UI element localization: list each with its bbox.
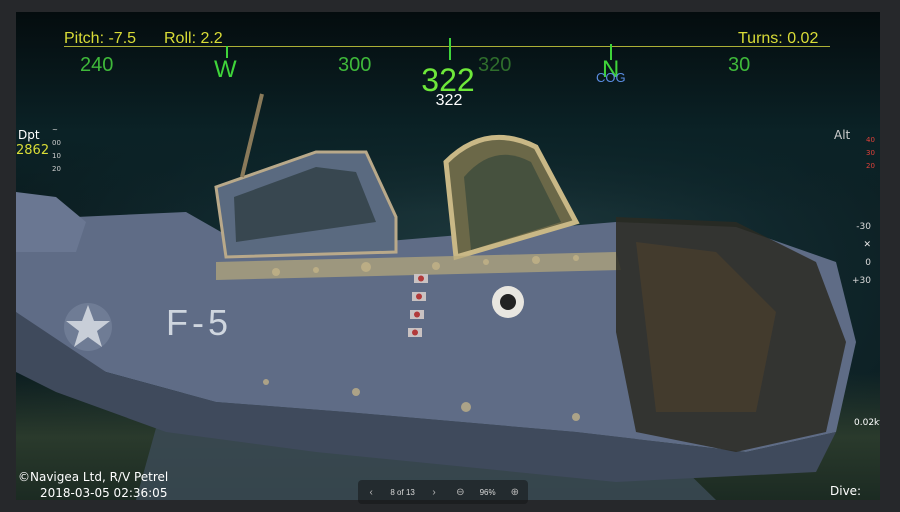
zoom-in-icon[interactable]: ⊕	[508, 487, 522, 498]
compass-label-300: 300	[338, 54, 372, 76]
compass-label-30: 30	[728, 54, 751, 76]
altitude-scale-tick: 40	[866, 136, 875, 144]
speed-readout: 0.02kt	[854, 418, 880, 428]
depth-scale-tick: ~	[52, 126, 58, 134]
chevron-left-icon[interactable]: ‹	[364, 487, 378, 498]
dive-number: Dive: 76	[830, 484, 862, 500]
depth-scale-tick: 00	[52, 139, 61, 147]
timestamp: 2018-03-05 02:36:05	[40, 486, 168, 500]
altitude-scale: 40 30 20	[866, 134, 875, 173]
depth-scale-tick: 10	[52, 152, 61, 160]
zoom-level: 96%	[479, 487, 496, 497]
aircraft-marking: F-5	[166, 302, 232, 343]
depth-value: 2862	[16, 143, 50, 158]
chevron-right-icon[interactable]: ›	[427, 487, 441, 498]
pitch-scale-tick: ✕	[863, 240, 871, 250]
copyright-text: ©Navigea Ltd, R/V Petrel	[18, 470, 169, 484]
heading-value-small: 322	[435, 92, 463, 109]
compass-label-320: 320	[478, 54, 512, 76]
altitude-label: Alt	[834, 128, 851, 142]
pitch-scale-tick: 0	[865, 258, 871, 268]
viewer-toolbar: ‹ 8 of 13 › ⊖ 96% ⊕	[358, 480, 528, 504]
photo-frame: F-5 Pitch: -7.5 Roll: 2.2 Turns: 0.02 24…	[16, 12, 880, 500]
heading-indicator-tick	[449, 38, 451, 60]
compass-label-240: 240	[80, 54, 114, 76]
compass-label-w: W	[214, 56, 237, 83]
pitch-scale: -30 ✕ 0 +30	[852, 218, 871, 290]
depth-scale: ~ 00 10 20	[52, 124, 61, 176]
altitude-scale-tick: 30	[866, 149, 875, 157]
page-indicator: 8 of 13	[390, 487, 415, 497]
pitch-scale-tick: -30	[856, 222, 871, 232]
compass-line	[64, 46, 830, 47]
depth-label: Dpt	[18, 128, 40, 142]
image-viewer: F-5 Pitch: -7.5 Roll: 2.2 Turns: 0.02 24…	[0, 0, 900, 512]
altitude-scale-tick: 20	[866, 162, 875, 170]
depth-scale-tick: 20	[52, 165, 61, 173]
zoom-out-icon[interactable]: ⊖	[453, 487, 467, 498]
cog-label: COG	[596, 70, 626, 85]
pitch-scale-tick: +30	[852, 276, 871, 286]
